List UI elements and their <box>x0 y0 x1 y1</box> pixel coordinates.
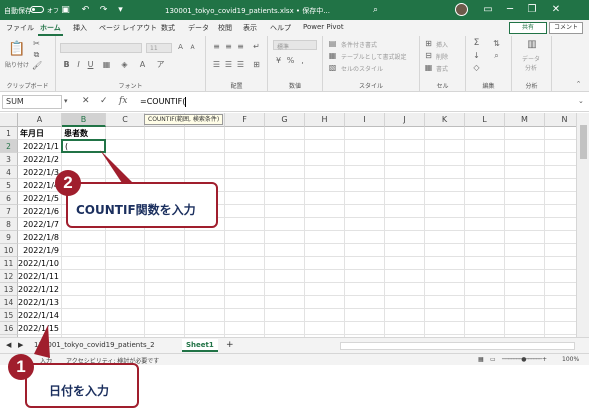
callout-1-number: 1 <box>16 357 26 376</box>
callout-2-number: 2 <box>63 173 73 192</box>
callout-1-badge: 1 <box>8 354 34 380</box>
callout-2-box: COUNTIF関数を入力 <box>66 182 218 228</box>
callout-2-text: COUNTIF関数を入力 <box>76 203 196 217</box>
callout-1-pointer <box>34 325 50 358</box>
callout-1-text: 日付を入力 <box>49 384 110 398</box>
callout-2-pointer <box>100 150 136 186</box>
callout-2-badge: 2 <box>55 170 81 196</box>
callout-1-box: 日付を入力 <box>25 363 139 408</box>
